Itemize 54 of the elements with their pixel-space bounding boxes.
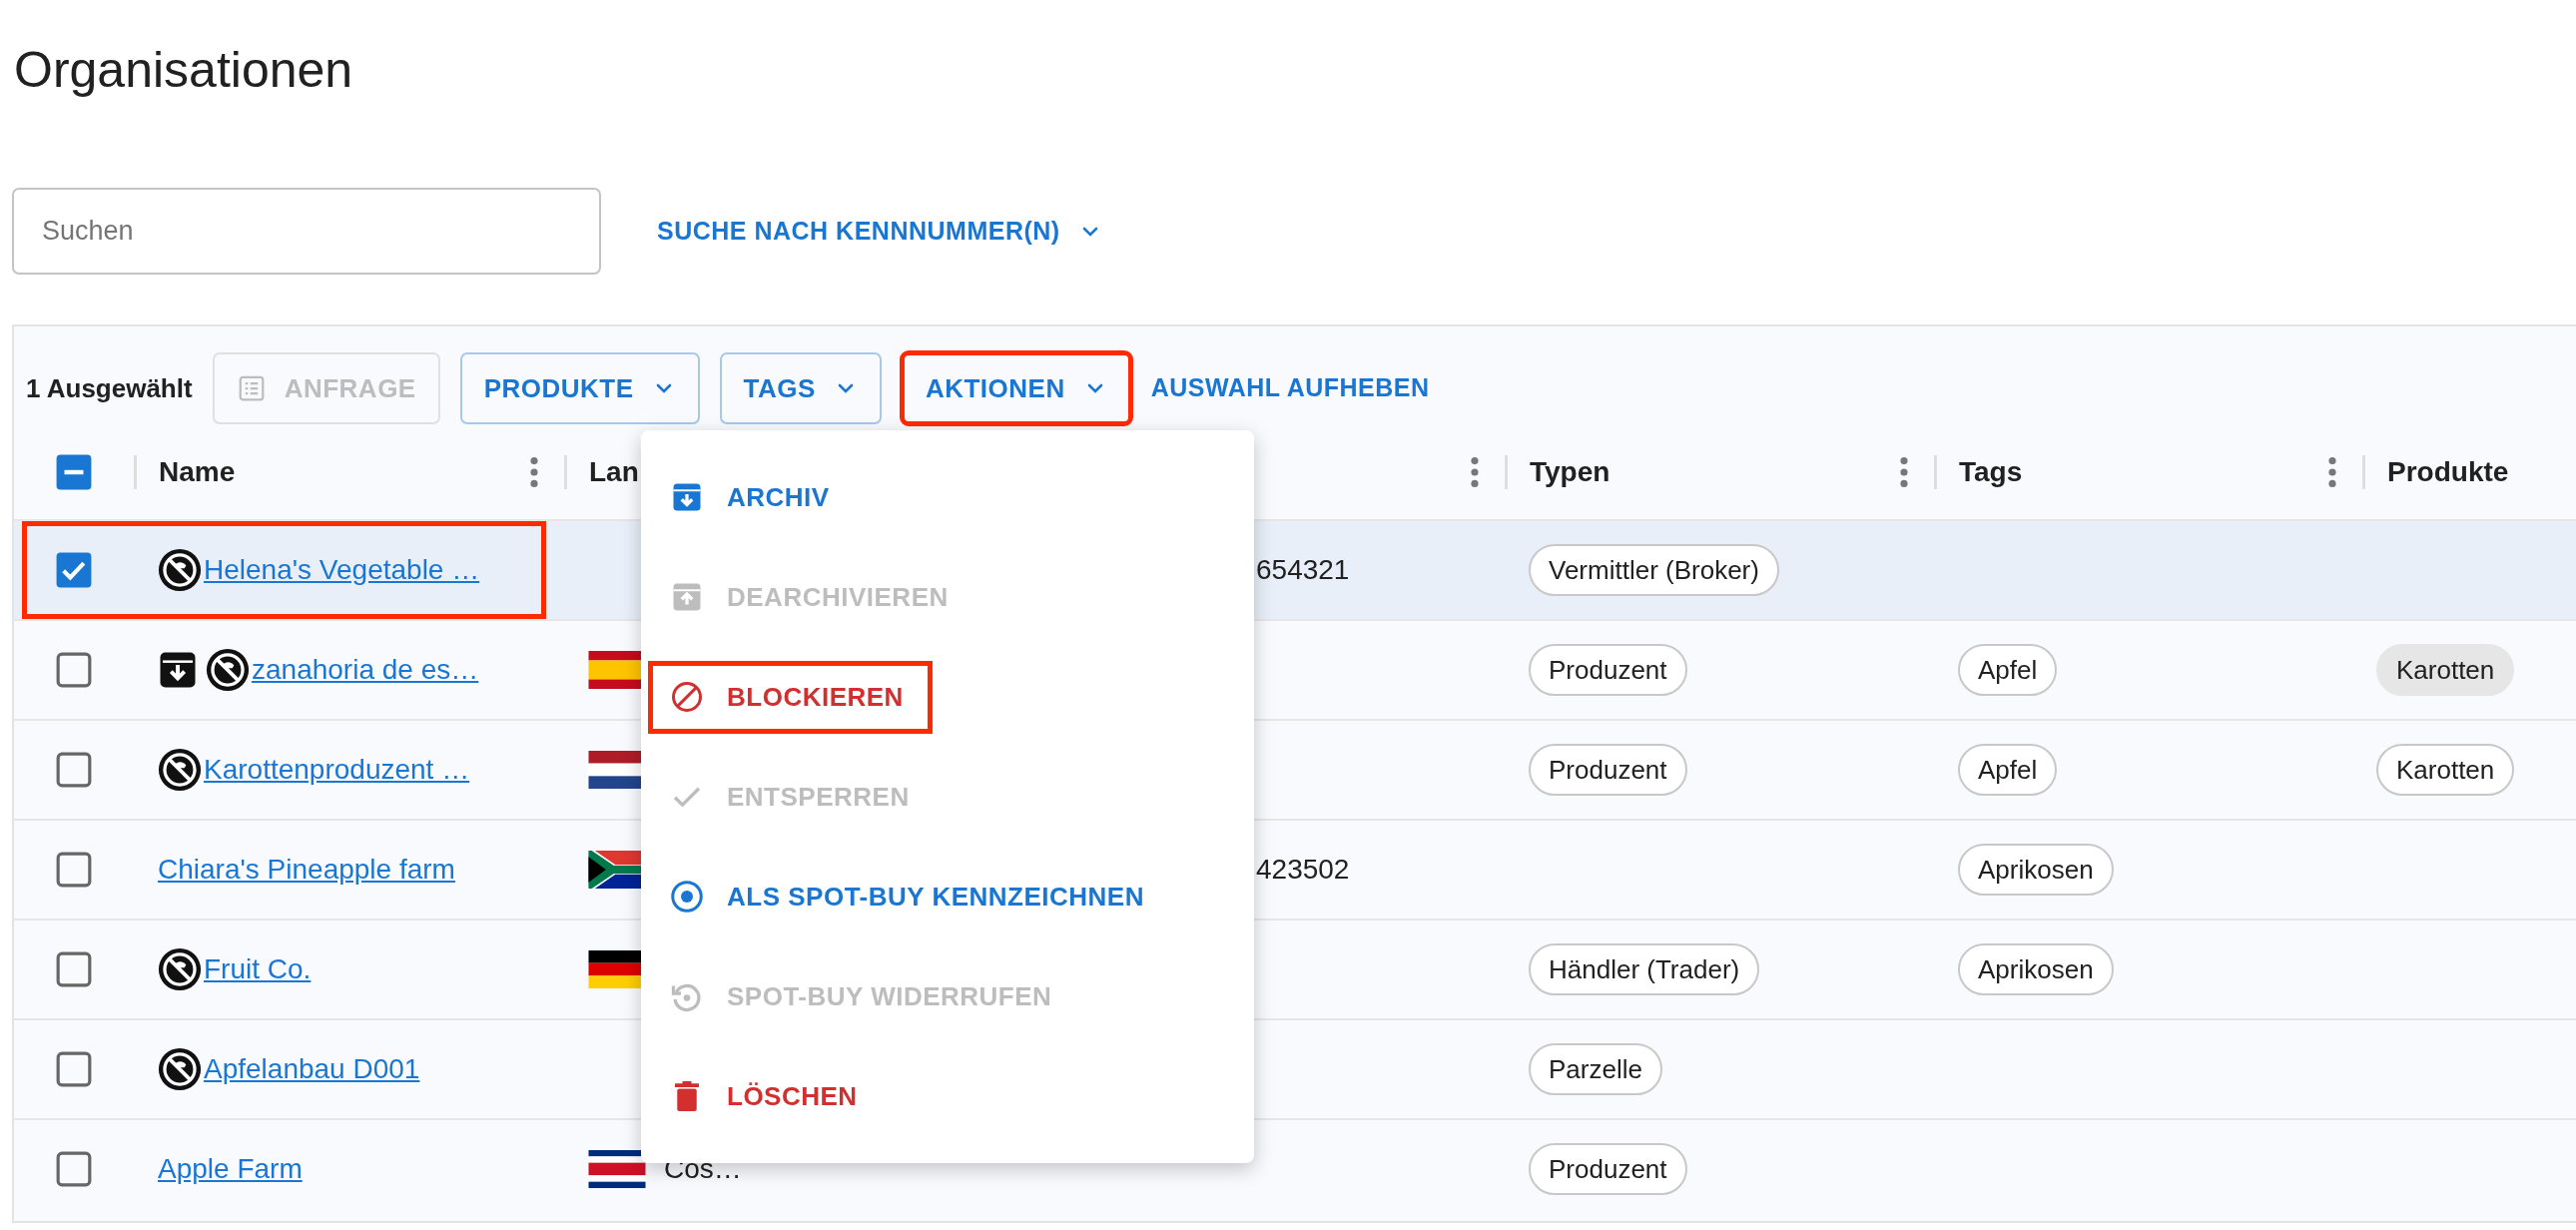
blocked-icon <box>158 548 202 592</box>
type-chip: Produzent <box>1529 744 1687 796</box>
checkbox[interactable] <box>55 1050 93 1088</box>
tag-chip: Aprikosen <box>1958 943 2114 995</box>
type-chip: Vermittler (Broker) <box>1529 544 1779 596</box>
organization-link[interactable]: zanahoria de es… <box>252 649 479 691</box>
type-chip: Produzent <box>1529 1143 1687 1195</box>
organization-link[interactable]: Apple Farm <box>158 1148 303 1190</box>
clear-selection-link[interactable]: AUSWAHL AUFHEBEN <box>1150 369 1430 407</box>
dropdown-button[interactable]: AKTIONEN <box>901 352 1131 424</box>
column-header[interactable]: Typen <box>1530 451 1610 493</box>
blocked-icon <box>206 648 250 692</box>
archive-icon <box>158 650 198 690</box>
type-chip: Händler (Trader) <box>1529 943 1760 995</box>
organization-link[interactable]: Karottenproduzent … <box>204 749 470 791</box>
blocked-icon <box>158 748 202 792</box>
checkbox[interactable] <box>55 551 93 589</box>
dropdown-button[interactable]: PRODUKTE <box>459 352 700 424</box>
search-field[interactable]: Suchen <box>12 188 601 275</box>
more-icon[interactable] <box>1900 457 1908 487</box>
selection-count: 1 Ausgewählt <box>26 371 193 405</box>
blocked-icon <box>158 1047 202 1091</box>
more-icon[interactable] <box>1471 457 1479 487</box>
checkbox[interactable] <box>55 751 93 789</box>
id-number: 654321 <box>1256 553 1350 587</box>
organization-link[interactable]: Helena's Vegetable … <box>204 549 480 591</box>
column-header[interactable]: Produkte <box>2387 451 2509 493</box>
column-header[interactable]: Tags <box>1959 451 2023 493</box>
checkbox[interactable] <box>55 1150 93 1188</box>
page-title: Organisationen <box>14 41 354 100</box>
type-chip: Produzent <box>1529 644 1687 696</box>
blocked-icon <box>158 947 202 991</box>
organization-link[interactable]: Fruit Co. <box>204 948 312 990</box>
tag-chip: Apfel <box>1958 744 2058 796</box>
id-number: 423502 <box>1256 853 1350 887</box>
organization-link[interactable]: Chiara's Pineapple farm <box>158 849 455 891</box>
checkbox[interactable] <box>55 950 93 988</box>
column-header[interactable]: Name <box>159 451 236 493</box>
organization-link[interactable]: Apfelanbau D001 <box>204 1048 420 1090</box>
column-header[interactable]: Lan <box>589 451 639 493</box>
checkbox[interactable] <box>55 651 93 689</box>
dropdown-button[interactable]: TAGS <box>719 352 882 424</box>
product-chip: Karotten <box>2376 644 2515 696</box>
radio-icon <box>669 879 705 915</box>
tag-chip: Aprikosen <box>1958 844 2114 896</box>
block-icon <box>669 679 705 715</box>
checkbox[interactable] <box>55 453 93 491</box>
type-chip: Parzelle <box>1529 1043 1662 1095</box>
more-icon[interactable] <box>2328 457 2336 487</box>
more-icon[interactable] <box>530 457 538 487</box>
tag-chip: Apfel <box>1958 644 2058 696</box>
product-chip: Karotten <box>2376 744 2515 796</box>
id-search-link[interactable]: SUCHE NACH KENNNUMMER(N) <box>657 212 1102 251</box>
checkbox[interactable] <box>55 851 93 889</box>
